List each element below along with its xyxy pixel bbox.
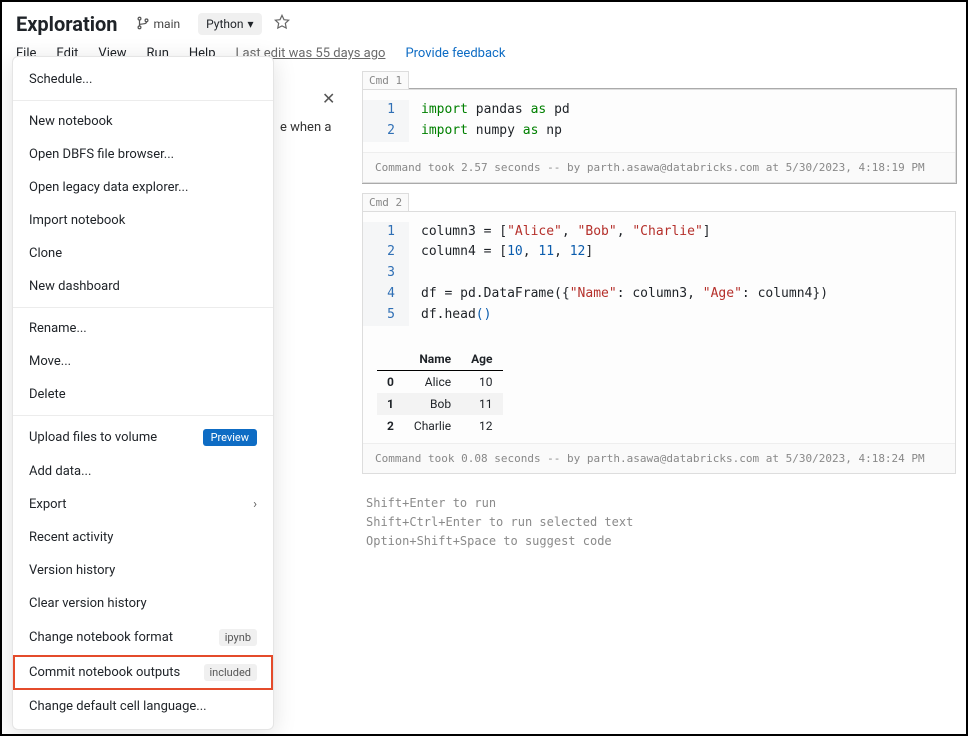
notebook-title[interactable]: Exploration (16, 12, 118, 36)
menu-clear-version[interactable]: Clear version history (13, 587, 273, 620)
language-label: Python (206, 17, 243, 31)
menu-import-notebook[interactable]: Import notebook (13, 204, 273, 237)
menu-delete[interactable]: Delete (13, 378, 273, 411)
hint-line: Option+Shift+Space to suggest code (366, 532, 952, 551)
hint-line: Shift+Enter to run (366, 494, 952, 513)
cmd2-footer: Command took 0.08 seconds -- by parth.as… (363, 443, 955, 473)
table-row: 2Charlie12 (377, 415, 503, 437)
branch-chip[interactable]: main (130, 13, 187, 36)
df-table: NameAge 0Alice10 1Bob11 2Charlie12 (377, 348, 503, 437)
menu-new-notebook[interactable]: New notebook (13, 105, 273, 138)
topbar: Exploration main Python ▾ (2, 2, 966, 40)
chevron-right-icon: › (253, 497, 257, 512)
separator (13, 415, 273, 416)
format-badge: ipynb (219, 629, 257, 646)
menu-new-dashboard[interactable]: New dashboard (13, 270, 273, 303)
menu-change-lang[interactable]: Change default cell language... (13, 690, 273, 723)
chevron-down-icon: ▾ (247, 17, 253, 31)
partial-visible-text: e when a (280, 119, 331, 137)
language-chip[interactable]: Python ▾ (198, 13, 261, 35)
git-branch-icon (136, 16, 150, 33)
dataframe-output: NameAge 0Alice10 1Bob11 2Charlie12 (363, 336, 955, 443)
content-area: ✕ e when a Schedule... New notebook Open… (2, 71, 966, 723)
code-body-1[interactable]: 1import pandas as pd 2import numpy as np (363, 90, 955, 152)
col-name: Name (404, 348, 461, 371)
cell-1[interactable]: 1import pandas as pd 2import numpy as np… (362, 89, 956, 183)
menu-change-format[interactable]: Change notebook formatipynb (13, 620, 273, 655)
col-age: Age (461, 348, 502, 371)
menu-add-data[interactable]: Add data... (13, 455, 273, 488)
separator (13, 100, 273, 101)
file-dropdown-menu: Schedule... New notebook Open DBFS file … (12, 56, 274, 730)
menu-recent-activity[interactable]: Recent activity (13, 521, 273, 554)
hint-line: Shift+Ctrl+Enter to run selected text (366, 513, 952, 532)
table-row: 0Alice10 (377, 370, 503, 393)
menu-rename[interactable]: Rename... (13, 312, 273, 345)
cmd2-label: Cmd 2 (362, 193, 409, 211)
separator (13, 307, 273, 308)
menu-move[interactable]: Move... (13, 345, 273, 378)
menu-open-dbfs[interactable]: Open DBFS file browser... (13, 138, 273, 171)
cmd1-footer: Command took 2.57 seconds -- by parth.as… (363, 152, 955, 182)
cmd1-label: Cmd 1 (362, 71, 409, 89)
table-row: 1Bob11 (377, 393, 503, 415)
feedback-link[interactable]: Provide feedback (405, 46, 505, 61)
close-icon[interactable]: ✕ (322, 89, 335, 108)
branch-name: main (154, 17, 181, 31)
menu-upload-files[interactable]: Upload files to volumePreview (13, 420, 273, 455)
menu-schedule[interactable]: Schedule... (13, 63, 273, 96)
menu-export[interactable]: Export› (13, 488, 273, 521)
keyboard-hints: Shift+Enter to run Shift+Ctrl+Enter to r… (362, 484, 956, 562)
menu-open-legacy[interactable]: Open legacy data explorer... (13, 171, 273, 204)
cell-2[interactable]: 1column3 = ["Alice", "Bob", "Charlie"] 2… (362, 211, 956, 474)
preview-badge: Preview (203, 429, 257, 446)
code-body-2[interactable]: 1column3 = ["Alice", "Bob", "Charlie"] 2… (363, 212, 955, 336)
menu-clone[interactable]: Clone (13, 237, 273, 270)
included-badge: included (204, 664, 258, 681)
star-icon[interactable] (274, 14, 290, 34)
cells-area: Cmd 1 1import pandas as pd 2import numpy… (362, 71, 966, 723)
menu-commit-outputs[interactable]: Commit notebook outputsincluded (13, 655, 273, 690)
menu-version-history[interactable]: Version history (13, 554, 273, 587)
